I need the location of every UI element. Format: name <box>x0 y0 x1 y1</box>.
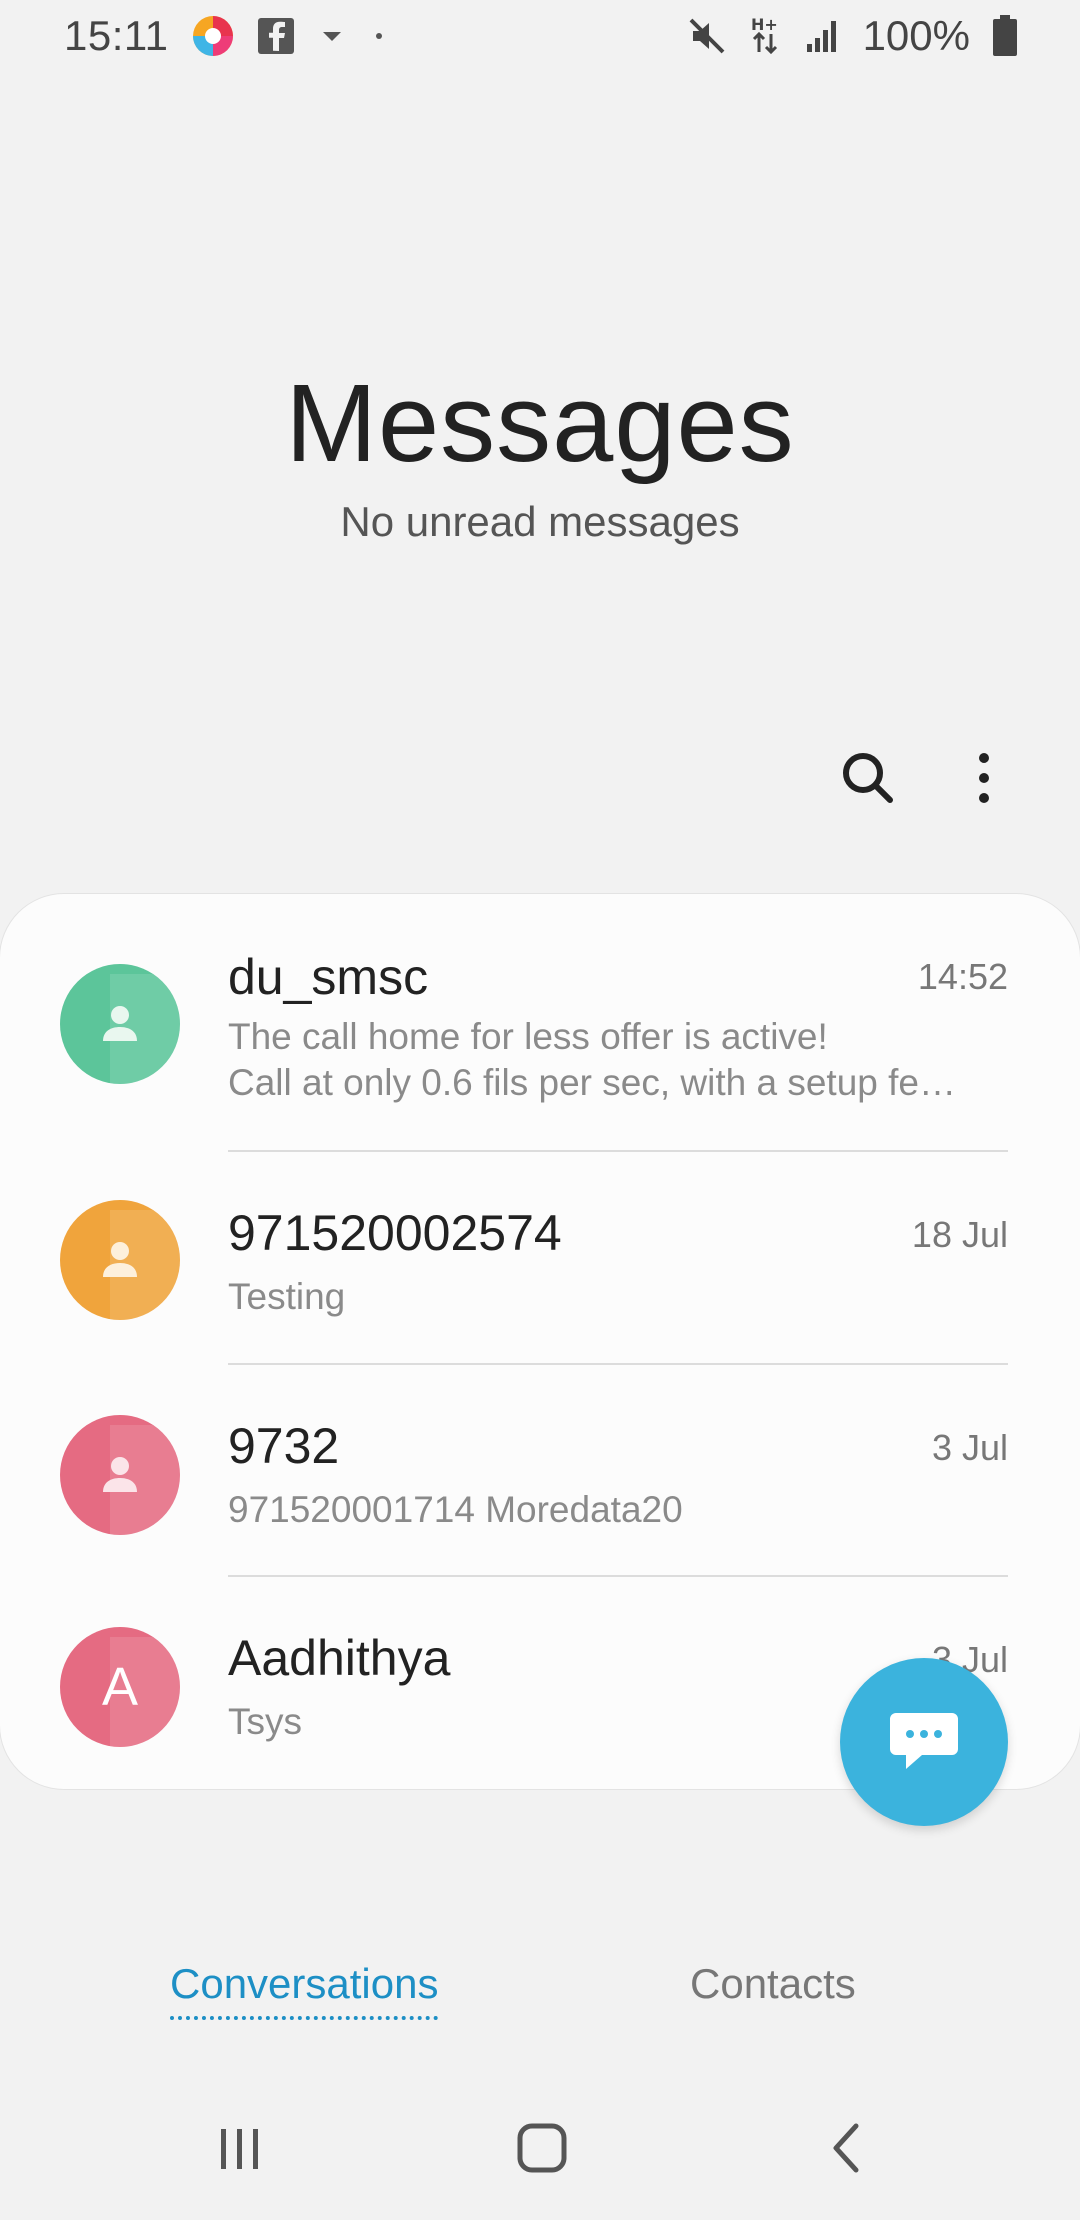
tab-conversations[interactable]: Conversations <box>170 1960 439 2040</box>
preview-line-1: The call home for less offer is active! <box>228 1016 828 1057</box>
facebook-icon <box>257 17 295 55</box>
preview-line-2: Call at only 0.6 fils per sec, with a se… <box>228 1062 957 1103</box>
conversation-list: du_smsc 14:52 The call home for less off… <box>0 894 1080 1789</box>
person-icon <box>103 1457 137 1492</box>
preview-line-1: 971520001714 Moredata20 <box>228 1489 683 1530</box>
avatar-letter: A <box>101 1657 139 1717</box>
compose-button[interactable] <box>840 1658 1008 1826</box>
battery-percent: 100% <box>862 12 970 59</box>
home-button[interactable] <box>494 2112 590 2184</box>
avatar <box>60 964 180 1084</box>
status-time: 15:11 <box>64 12 169 59</box>
svg-text:H+: H+ <box>751 15 778 34</box>
tab-contacts[interactable]: Contacts <box>690 1960 856 2040</box>
conversation-row[interactable]: 9732 3 Jul 971520001714 Moredata20 <box>0 1365 1080 1577</box>
avatar <box>60 1415 180 1535</box>
conversation-date: 14:52 <box>917 956 1008 997</box>
conversation-preview: The call home for less offer is active! … <box>228 1014 1010 1106</box>
more-vert-icon <box>979 753 989 803</box>
conversation-preview: Testing <box>228 1274 1010 1320</box>
recents-icon <box>221 2129 258 2169</box>
unread-status: No unread messages <box>340 498 740 545</box>
conversation-date: 18 Jul <box>911 1214 1008 1255</box>
dot-icon <box>369 26 389 46</box>
person-icon <box>103 1242 137 1277</box>
status-left: 15:11 <box>64 12 389 60</box>
recents-button[interactable] <box>192 2112 288 2184</box>
tab-contacts-label: Contacts <box>690 1960 856 2007</box>
compose-chat-icon <box>890 1713 958 1769</box>
mute-icon <box>687 16 727 56</box>
app-circle-icon <box>191 14 235 58</box>
search-button[interactable] <box>832 742 904 814</box>
battery-icon <box>992 15 1018 57</box>
conversation-name: Aadhithya <box>228 1630 451 1686</box>
screen: 15:11 H+ 100% Messages No unread message… <box>0 0 1080 2220</box>
search-icon <box>843 753 893 803</box>
more-options-button[interactable] <box>948 742 1020 814</box>
preview-line-1: Testing <box>228 1276 346 1317</box>
person-icon <box>103 1006 137 1041</box>
back-button[interactable] <box>798 2112 894 2184</box>
home-icon <box>517 2123 567 2173</box>
conversation-name: 971520002574 <box>228 1205 562 1261</box>
avatar: A <box>60 1627 180 1747</box>
signal-icon <box>805 18 841 54</box>
active-tab-indicator <box>170 2016 439 2020</box>
avatar <box>60 1200 180 1320</box>
hplus-data-icon: H+ <box>749 14 783 58</box>
tab-conversations-label: Conversations <box>170 1960 439 2007</box>
conversation-row[interactable]: 971520002574 18 Jul Testing <box>0 1152 1080 1365</box>
conversation-name: 9732 <box>228 1418 340 1474</box>
status-right: H+ 100% <box>687 12 1018 60</box>
conversation-preview: 971520001714 Moredata20 <box>228 1487 1010 1533</box>
conversation-row[interactable]: du_smsc 14:52 The call home for less off… <box>0 894 1080 1152</box>
status-bar: 15:11 H+ 100% <box>0 0 1080 72</box>
back-icon <box>833 2123 859 2173</box>
dropdown-arrow-icon <box>317 21 347 51</box>
conversation-name: du_smsc <box>228 949 429 1005</box>
conversation-date: 3 Jul <box>931 1427 1008 1468</box>
page-title: Messages <box>285 362 795 485</box>
